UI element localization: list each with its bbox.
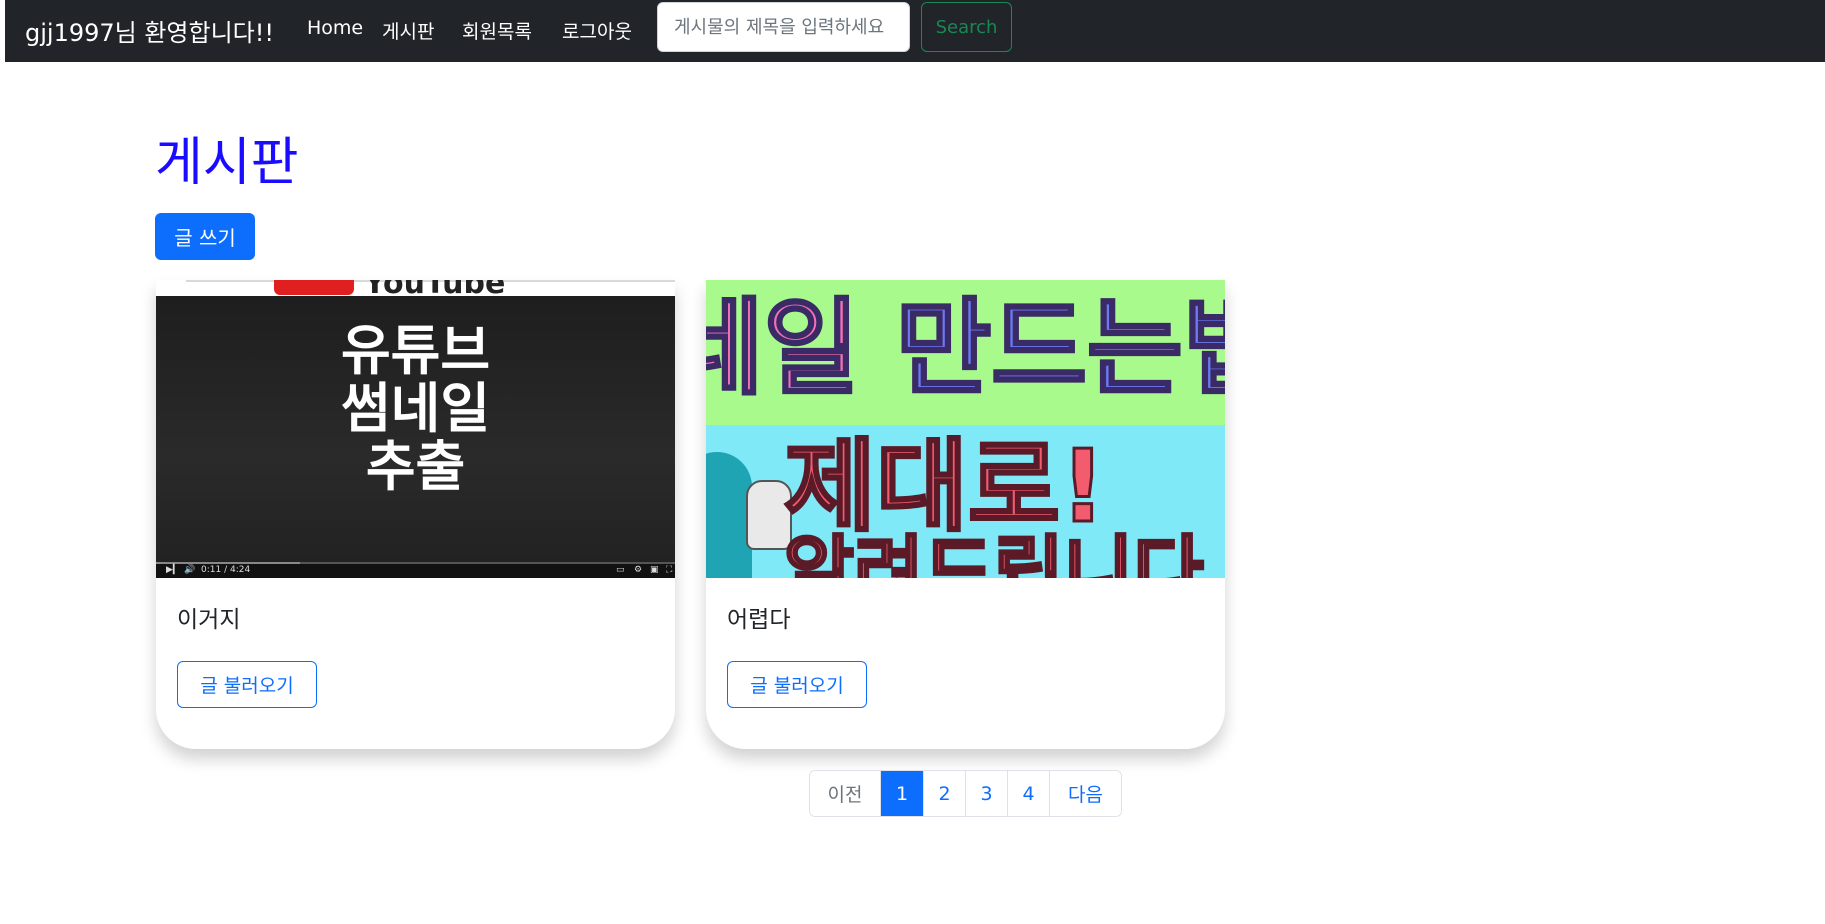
settings-icon: ⚙ (634, 565, 643, 575)
fullscreen-icon: ⛶ (666, 565, 673, 575)
search-button[interactable]: Search (921, 2, 1012, 52)
pagination-page-2[interactable]: 2 (924, 771, 966, 816)
write-post-button[interactable]: 글 쓰기 (155, 213, 255, 260)
thumbnail-caption: 알려드립니다 (783, 527, 1206, 578)
post-title: 이거지 (177, 607, 241, 633)
pagination: 이전 1 2 3 4 다음 (809, 770, 1122, 817)
pagination-page-1[interactable]: 1 (881, 771, 924, 816)
page-title: 게시판 (155, 133, 299, 193)
volume-icon: 🔊 (184, 565, 196, 575)
nav-link-logout[interactable]: 로그아웃 (562, 17, 632, 44)
video-time: 0:11 / 4:24 (201, 565, 251, 575)
post-thumbnail[interactable]: YouTube 유튜브 썸네일 추출 ▶▎ 🔊 0:11 / 4:24 ▭ ⚙ … (156, 280, 675, 578)
welcome-brand[interactable]: gjj1997님 환영합니다!! (25, 13, 274, 48)
pagination-page-3[interactable]: 3 (966, 771, 1008, 816)
thumbnail-caption: 네일 만드는법 (706, 287, 1225, 410)
load-post-button[interactable]: 글 불러오기 (727, 661, 867, 708)
nav-link-board[interactable]: 게시판 (382, 17, 434, 44)
nav-link-members[interactable]: 회원목록 (462, 17, 532, 44)
pagination-page-4[interactable]: 4 (1008, 771, 1050, 816)
pagination-next[interactable]: 다음 (1050, 771, 1121, 816)
pagination-prev[interactable]: 이전 (810, 771, 881, 816)
subtitles-icon: ▭ (616, 565, 625, 575)
post-title: 어렵다 (727, 607, 791, 633)
thumbnail-caption: 제대로! (783, 428, 1108, 545)
navbar: gjj1997님 환영합니다!! Home 게시판 회원목록 로그아웃 Sear… (5, 0, 1825, 62)
post-card: YouTube 유튜브 썸네일 추출 ▶▎ 🔊 0:11 / 4:24 ▭ ⚙ … (156, 280, 675, 749)
play-icon: ▶▎ (166, 565, 180, 575)
youtube-logo-icon (274, 280, 354, 295)
load-post-button[interactable]: 글 불러오기 (177, 661, 317, 708)
post-thumbnail[interactable]: 네일 만드는법 제대로! 알려드립니다 (706, 280, 1225, 578)
search-input[interactable] (657, 2, 910, 52)
nav-link-home[interactable]: Home (307, 17, 363, 39)
miniplayer-icon: ▣ (650, 565, 659, 575)
post-card: 네일 만드는법 제대로! 알려드립니다 어렵다 글 불러오기 (706, 280, 1225, 749)
thumbnail-caption: 유튜브 썸네일 추출 (340, 319, 491, 498)
